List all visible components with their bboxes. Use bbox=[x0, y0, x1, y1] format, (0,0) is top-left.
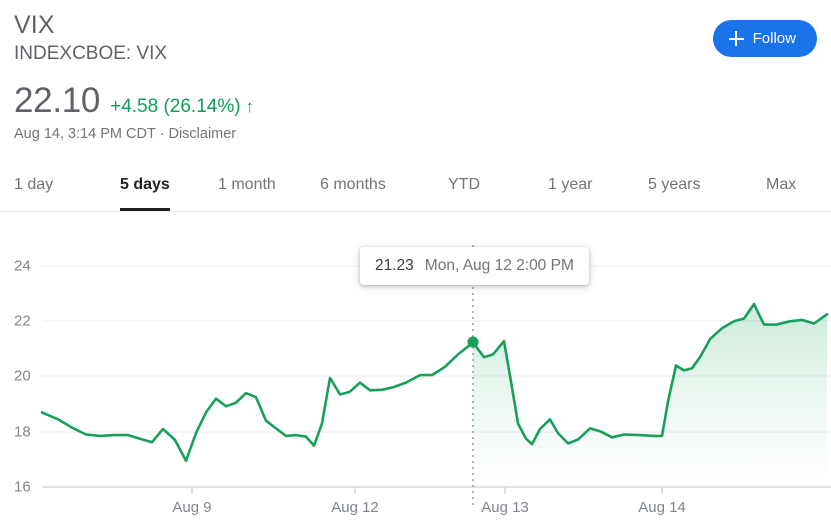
y-axis-label: 16 bbox=[14, 479, 31, 496]
tooltip-value: 21.23 bbox=[375, 257, 414, 275]
tab-label: YTD bbox=[448, 176, 480, 194]
tab-label: 1 month bbox=[218, 176, 276, 194]
tab-5-days[interactable]: 5 days bbox=[120, 158, 170, 211]
y-axis-label: 20 bbox=[14, 368, 31, 385]
tab-1-day[interactable]: 1 day bbox=[14, 158, 53, 211]
x-axis-label: Aug 12 bbox=[331, 499, 379, 516]
stock-quote-panel: VIX INDEXCBOE: VIX 22.10 +4.58 (26.14%) … bbox=[0, 0, 831, 522]
arrow-up-icon: ↑ bbox=[246, 97, 255, 117]
price-row: 22.10 +4.58 (26.14%) ↑ bbox=[14, 80, 254, 122]
current-price: 22.10 bbox=[14, 80, 100, 122]
follow-button[interactable]: Follow bbox=[713, 20, 817, 57]
chart-tooltip: 21.23 Mon, Aug 12 2:00 PM bbox=[360, 247, 589, 285]
x-axis-label: Aug 13 bbox=[481, 499, 529, 516]
tooltip-datetime: Mon, Aug 12 2:00 PM bbox=[425, 257, 574, 275]
quote-timestamp: Aug 14, 3:14 PM CDT · Disclaimer bbox=[14, 125, 236, 144]
tab-1-month[interactable]: 1 month bbox=[218, 158, 276, 211]
plus-icon bbox=[729, 31, 744, 46]
quote-header: VIX INDEXCBOE: VIX 22.10 +4.58 (26.14%) … bbox=[0, 0, 831, 152]
tab-label: 6 months bbox=[320, 176, 386, 194]
hover-marker-dot bbox=[468, 337, 479, 348]
tab-6-months[interactable]: 6 months bbox=[320, 158, 386, 211]
x-axis-label: Aug 14 bbox=[638, 499, 686, 516]
chart-area-fill bbox=[473, 304, 827, 487]
tab-5-years[interactable]: 5 years bbox=[648, 158, 700, 211]
tab-max[interactable]: Max bbox=[766, 158, 796, 211]
range-tabs: 1 day 5 days 1 month 6 months YTD 1 year 5 yea… bbox=[0, 158, 831, 212]
xaxis-ticks bbox=[192, 487, 662, 494]
price-change: +4.58 (26.14%) bbox=[110, 95, 240, 119]
tab-ytd[interactable]: YTD bbox=[448, 158, 480, 211]
follow-button-label: Follow bbox=[753, 30, 796, 47]
tab-1-year[interactable]: 1 year bbox=[548, 158, 592, 211]
symbol-name: VIX bbox=[14, 10, 55, 40]
tab-label: 1 year bbox=[548, 176, 592, 194]
y-axis-label: 22 bbox=[14, 313, 31, 330]
y-axis-label: 18 bbox=[14, 424, 31, 441]
y-axis-label: 24 bbox=[14, 258, 31, 275]
tab-label: 5 years bbox=[648, 176, 700, 194]
tab-label: 5 days bbox=[120, 176, 170, 194]
tab-label: 1 day bbox=[14, 176, 53, 194]
exchange-label: INDEXCBOE: VIX bbox=[14, 42, 167, 66]
x-axis-label: Aug 9 bbox=[172, 499, 211, 516]
tab-label: Max bbox=[766, 176, 796, 194]
